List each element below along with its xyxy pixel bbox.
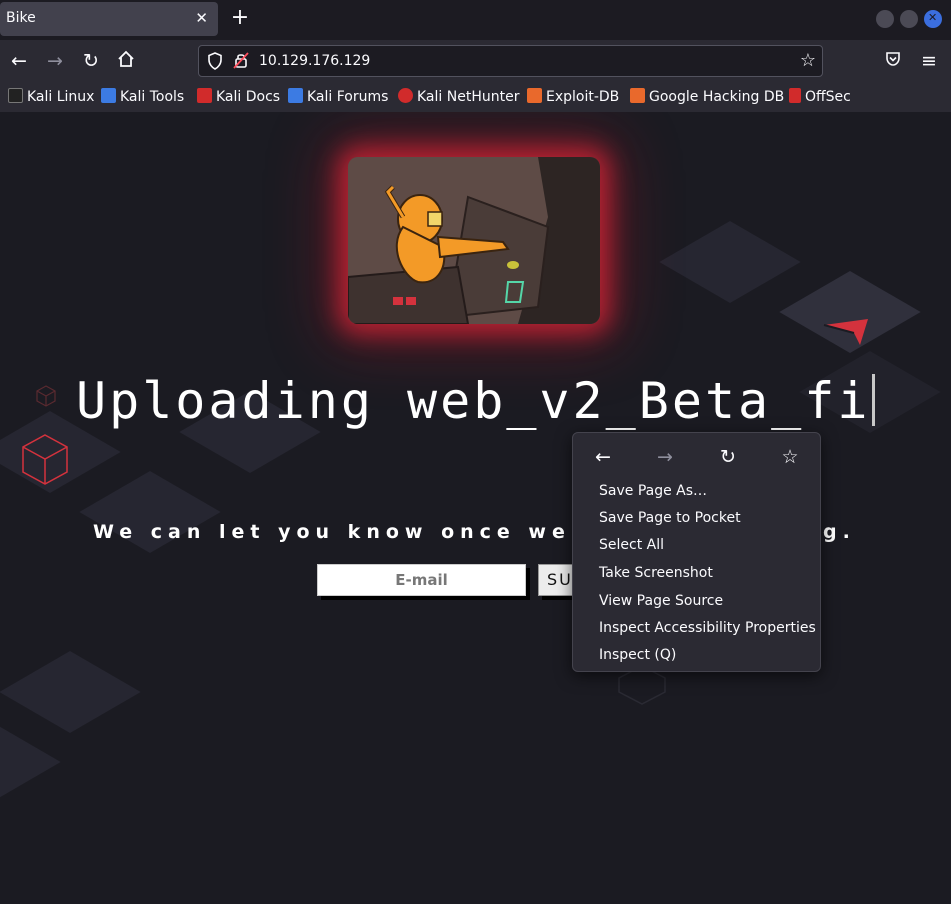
bookmark-kali-docs[interactable]: Kali Docs: [197, 88, 280, 108]
maximize-button[interactable]: [900, 10, 918, 28]
typing-cursor: [872, 374, 876, 426]
background-tile: [659, 220, 801, 304]
bookmark-exploit-db[interactable]: Exploit-DB: [527, 88, 619, 108]
kali-forums-icon: [288, 88, 303, 103]
red-cube-icon: [22, 434, 68, 485]
hamburger-menu-icon[interactable]: ≡: [918, 50, 940, 72]
hero-illustration: [348, 157, 600, 324]
context-forward-icon[interactable]: →: [653, 445, 677, 469]
close-icon[interactable]: ✕: [195, 9, 208, 27]
notify-message: We can let you know once we ar g.: [93, 521, 856, 543]
bookmark-kali-tools[interactable]: Kali Tools: [101, 88, 184, 108]
kali-dragon-icon: [8, 88, 23, 103]
context-menu: ← → ↻ ☆ Save Page As… Save Page to Pocke…: [572, 432, 821, 672]
bookmarks-bar: Kali Linux Kali Tools Kali Docs Kali For…: [0, 82, 951, 112]
navigation-bar: ← → ↻ 10.129.176.129 ☆ ≡: [0, 40, 951, 82]
back-icon[interactable]: ←: [8, 50, 30, 72]
menu-item-view-page-source[interactable]: View Page Source: [599, 593, 723, 609]
email-input[interactable]: E-mail: [317, 564, 526, 596]
bookmark-kali-forums[interactable]: Kali Forums: [288, 88, 388, 108]
menu-item-inspect[interactable]: Inspect (Q): [599, 647, 676, 663]
window-close-button[interactable]: [924, 10, 942, 28]
menu-item-select-all[interactable]: Select All: [599, 537, 664, 553]
forward-icon[interactable]: →: [44, 50, 66, 72]
bookmark-star-icon[interactable]: ☆: [800, 50, 816, 71]
context-back-icon[interactable]: ←: [591, 445, 615, 469]
tab-bike[interactable]: Bike ✕: [0, 2, 218, 36]
menu-item-take-screenshot[interactable]: Take Screenshot: [599, 565, 713, 581]
new-tab-button[interactable]: +: [228, 6, 252, 30]
exploit-db-icon: [527, 88, 542, 103]
nethunter-icon: [398, 88, 413, 103]
shield-icon[interactable]: [207, 52, 223, 74]
menu-item-save-to-pocket[interactable]: Save Page to Pocket: [599, 510, 741, 526]
background-tile: [0, 650, 141, 734]
minimize-button[interactable]: [876, 10, 894, 28]
pocket-icon[interactable]: [882, 50, 904, 72]
bookmark-kali-linux[interactable]: Kali Linux: [8, 88, 94, 108]
reload-icon[interactable]: ↻: [80, 50, 102, 72]
bookmark-offsec[interactable]: OffSec: [789, 88, 851, 108]
menu-item-inspect-accessibility[interactable]: Inspect Accessibility Properties: [599, 620, 816, 636]
bookmark-kali-nethunter[interactable]: Kali NetHunter: [398, 88, 519, 108]
tab-title: Bike: [6, 10, 36, 26]
page-heading: Uploading web_v2_Beta_fi: [76, 372, 876, 430]
url-bar[interactable]: 10.129.176.129 ☆: [198, 45, 823, 77]
home-icon[interactable]: [115, 50, 137, 72]
menu-item-save-page-as[interactable]: Save Page As…: [599, 483, 707, 499]
red-arrow-logo-icon: [823, 319, 868, 345]
kali-docs-icon: [197, 88, 212, 103]
kali-tools-icon: [101, 88, 116, 103]
tab-strip: Bike ✕ +: [0, 0, 951, 40]
url-text[interactable]: 10.129.176.129: [259, 53, 370, 69]
offsec-icon: [789, 88, 801, 103]
lock-insecure-icon[interactable]: [233, 51, 249, 69]
small-cube-icon: [36, 385, 56, 407]
bookmark-google-hacking-db[interactable]: Google Hacking DB: [630, 88, 784, 108]
context-reload-icon[interactable]: ↻: [716, 445, 740, 469]
ghdb-icon: [630, 88, 645, 103]
context-bookmark-icon[interactable]: ☆: [778, 445, 802, 469]
browser-window: Bike ✕ + ← → ↻ 10.129.176.129 ☆ ≡: [0, 0, 951, 904]
background-tile: [0, 720, 61, 804]
